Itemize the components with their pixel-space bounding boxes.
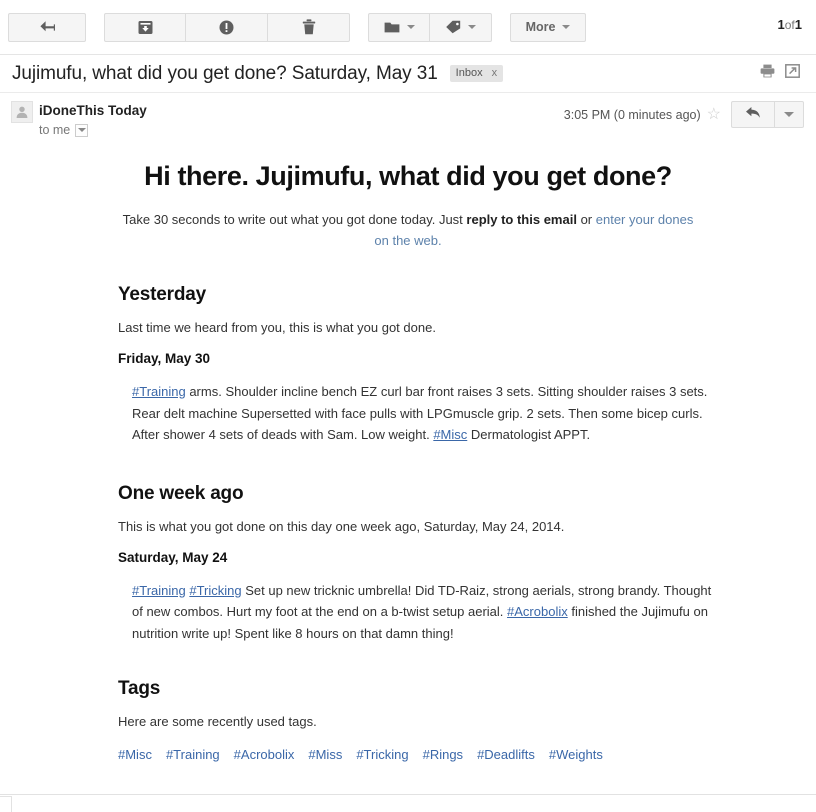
chevron-down-icon	[562, 25, 571, 29]
recent-tag-link[interactable]: #Rings	[423, 747, 463, 762]
report-spam-icon	[219, 20, 234, 35]
reply-button[interactable]	[731, 101, 775, 128]
message-header: iDoneThis Today to me 3:05 PM (0 minutes…	[0, 93, 816, 139]
recent-tag-link[interactable]: #Acrobolix	[234, 747, 295, 762]
yesterday-intro: Last time we heard from you, this is wha…	[118, 320, 436, 335]
labels-button[interactable]	[430, 12, 492, 42]
message-timestamp: 3:05 PM (0 minutes ago)	[563, 107, 701, 122]
recent-tag-link[interactable]: #Training	[166, 747, 220, 762]
yesterday-entry-text-2: Dermatologist APPT.	[467, 427, 591, 442]
back-to-inbox-button[interactable]	[8, 12, 86, 42]
mail-toolbar: More 1of1	[0, 0, 816, 55]
yesterday-date: Friday, May 30	[118, 351, 211, 366]
intro-text-1: Take 30 seconds to write out what you go…	[122, 212, 467, 227]
organize-group	[368, 12, 492, 42]
tags-section: Tags Here are some recently used tags. #…	[118, 678, 804, 762]
pager-total: 1	[794, 17, 802, 32]
star-icon[interactable]: ☆	[707, 106, 721, 123]
recent-tag-link[interactable]: #Deadlifts	[477, 747, 535, 762]
tags-heading: Tags	[118, 678, 161, 699]
label-chip-text: Inbox	[455, 67, 483, 79]
archive-button[interactable]	[104, 12, 186, 42]
subject-actions	[760, 64, 800, 83]
recent-tag-link[interactable]: #Weights	[549, 747, 603, 762]
recipient-label: to me	[39, 123, 71, 137]
folder-icon	[384, 21, 400, 34]
one-week-ago-section: One week ago This is what you got done o…	[118, 483, 804, 645]
tag-link-training[interactable]: #Training	[132, 583, 186, 598]
chevron-down-icon	[406, 25, 415, 29]
message-meta: 3:05 PM (0 minutes ago) ☆	[564, 101, 804, 128]
more-group: More	[510, 12, 586, 42]
chevron-down-icon	[468, 25, 476, 29]
delete-button[interactable]	[268, 12, 350, 42]
intro-bold: reply to this email	[466, 212, 577, 227]
recent-tags-list: #Misc #Training #Acrobolix #Miss #Tricking #R…	[118, 747, 804, 762]
back-button-group	[8, 12, 86, 42]
tag-link-training[interactable]: #Training	[132, 384, 186, 399]
archive-icon	[138, 20, 153, 35]
yesterday-entry: #Training arms. Shoulder incline bench E…	[132, 381, 712, 446]
compose-stub	[0, 796, 12, 812]
email-body: Hi there. Jujimufu, what did you get don…	[0, 161, 816, 762]
tags-intro: Here are some recently used tags.	[118, 714, 317, 729]
open-in-new-window-icon[interactable]	[785, 64, 800, 83]
message-actions-group	[104, 12, 350, 42]
trash-icon	[302, 19, 316, 35]
yesterday-heading: Yesterday	[118, 284, 206, 305]
one-week-ago-date: Saturday, May 24	[118, 549, 228, 565]
page-title: Jujimufu, what did you get done? Saturda…	[12, 62, 438, 84]
avatar	[11, 101, 33, 123]
subject-row: Jujimufu, what did you get done? Saturda…	[0, 55, 816, 93]
reply-arrow-icon	[745, 106, 761, 124]
recipient-details-toggle[interactable]	[75, 123, 89, 137]
tag-link-acrobolix[interactable]: #Acrobolix	[507, 604, 568, 619]
intro-text-2: or	[576, 212, 596, 227]
hero-subtitle: Take 30 seconds to write out what you go…	[114, 209, 702, 251]
more-reply-options-button[interactable]	[775, 101, 804, 128]
one-week-ago-intro: This is what you got done on this day on…	[118, 518, 565, 534]
one-week-ago-heading: One week ago	[118, 482, 244, 504]
divider	[0, 794, 816, 795]
chevron-down-icon	[784, 112, 794, 117]
close-icon[interactable]: x	[492, 68, 498, 79]
yesterday-entry-text-1: arms. Shoulder incline bench EZ curl bar…	[132, 384, 708, 442]
chevron-down-icon	[77, 128, 86, 132]
more-button[interactable]: More	[510, 12, 586, 42]
status-badge[interactable]: Inbox x	[449, 65, 504, 82]
recent-tag-link[interactable]: #Miss	[308, 747, 342, 762]
recent-tag-link[interactable]: #Tricking	[356, 747, 408, 762]
tag-link-misc[interactable]: #Misc	[433, 427, 467, 442]
label-tag-icon	[445, 20, 461, 34]
report-spam-button[interactable]	[186, 12, 268, 42]
pager-current: 1	[777, 17, 785, 32]
one-week-ago-entry: #Training #Tricking Set up new tricknic …	[132, 580, 712, 645]
pagination-counter: 1of1	[778, 17, 802, 32]
move-to-button[interactable]	[368, 12, 430, 42]
recent-tag-link[interactable]: #Misc	[118, 747, 152, 762]
yesterday-section: Yesterday Last time we heard from you, t…	[118, 284, 804, 446]
pager-of: of	[784, 18, 795, 32]
back-arrow-icon	[39, 20, 56, 34]
more-button-label: More	[525, 20, 556, 34]
hero-title: Hi there. Jujimufu, what did you get don…	[144, 161, 672, 191]
print-icon[interactable]	[760, 64, 775, 83]
tag-link-tricking[interactable]: #Tricking	[189, 583, 241, 598]
reply-group	[731, 101, 804, 128]
